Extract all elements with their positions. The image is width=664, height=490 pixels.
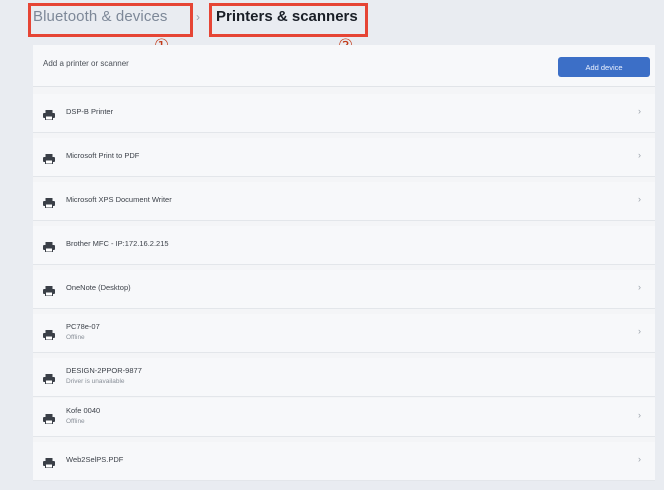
add-printer-section: Add a printer or scanner Add device bbox=[33, 45, 655, 87]
printer-icon bbox=[43, 107, 55, 121]
printer-row[interactable]: Kofe 0040 Offline › bbox=[33, 398, 655, 437]
chevron-right-icon[interactable]: › bbox=[638, 410, 641, 420]
printer-name: OneNote (Desktop) bbox=[66, 283, 131, 292]
printer-status: Offline bbox=[66, 418, 85, 425]
highlight-box-breadcrumb-parent bbox=[28, 3, 193, 37]
printer-name: Brother MFC - IP:172.16.2.215 bbox=[66, 239, 169, 248]
printer-row[interactable]: Microsoft Print to PDF › bbox=[33, 138, 655, 177]
chevron-right-icon[interactable]: › bbox=[638, 326, 641, 336]
printer-status: Driver is unavailable bbox=[66, 378, 125, 385]
printer-row[interactable]: DSP-B Printer › bbox=[33, 94, 655, 133]
printer-row[interactable]: Web2SelPS.PDF › bbox=[33, 442, 655, 481]
printer-row[interactable]: OneNote (Desktop) › bbox=[33, 270, 655, 309]
printer-status: Offline bbox=[66, 334, 85, 341]
printer-name: DESIGN-2PPOR-9877 bbox=[66, 366, 142, 375]
printer-name: Microsoft Print to PDF bbox=[66, 151, 140, 160]
printer-name: Web2SelPS.PDF bbox=[66, 455, 124, 464]
printer-name: Kofe 0040 bbox=[66, 406, 101, 415]
printer-name: Microsoft XPS Document Writer bbox=[66, 195, 172, 204]
chevron-right-icon[interactable]: › bbox=[638, 282, 641, 292]
printer-row[interactable]: Brother MFC - IP:172.16.2.215 bbox=[33, 226, 655, 265]
highlight-box-page-title bbox=[209, 3, 368, 37]
printer-icon bbox=[43, 327, 55, 341]
add-printer-label: Add a printer or scanner bbox=[43, 59, 129, 68]
printer-icon bbox=[43, 455, 55, 469]
chevron-right-icon[interactable]: › bbox=[638, 194, 641, 204]
printers-panel: Add a printer or scanner Add device DSP-… bbox=[33, 45, 655, 481]
printer-name: PC78e-07 bbox=[66, 322, 100, 331]
add-device-button[interactable]: Add device bbox=[558, 57, 650, 77]
chevron-right-icon[interactable]: › bbox=[638, 106, 641, 116]
printer-icon bbox=[43, 239, 55, 253]
printer-icon bbox=[43, 411, 55, 425]
chevron-right-icon[interactable]: › bbox=[638, 454, 641, 464]
printer-icon bbox=[43, 371, 55, 385]
printer-row[interactable]: DESIGN-2PPOR-9877 Driver is unavailable bbox=[33, 358, 655, 397]
chevron-right-icon[interactable]: › bbox=[638, 150, 641, 160]
printer-row[interactable]: PC78e-07 Offline › bbox=[33, 314, 655, 353]
printer-icon bbox=[43, 195, 55, 209]
breadcrumb-separator: › bbox=[196, 10, 200, 24]
printer-icon bbox=[43, 283, 55, 297]
printer-icon bbox=[43, 151, 55, 165]
printer-name: DSP-B Printer bbox=[66, 107, 114, 116]
printer-row[interactable]: Microsoft XPS Document Writer › bbox=[33, 182, 655, 221]
